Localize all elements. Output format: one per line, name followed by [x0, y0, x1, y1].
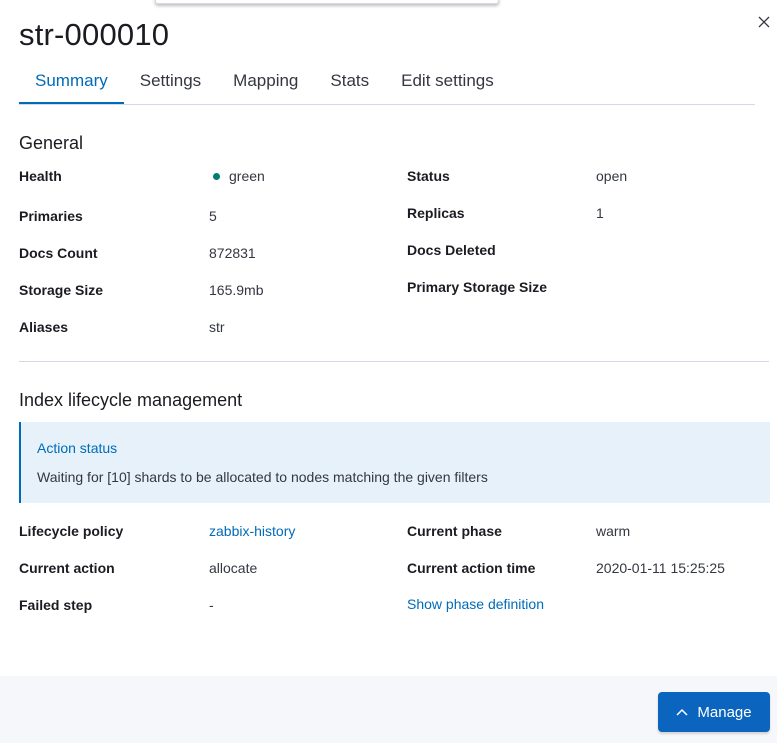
close-icon — [758, 16, 770, 28]
lifecycle-policy-label: Lifecycle policy — [19, 523, 124, 539]
popover-edge — [155, 0, 499, 4]
manage-button[interactable]: Manage — [658, 692, 770, 732]
general-section-title: General — [19, 133, 84, 153]
failed-step-label: Failed step — [19, 597, 93, 613]
manage-button-label: Manage — [697, 703, 752, 721]
current-phase-value: warm — [596, 523, 631, 539]
current-action-time-value: 2020-01-11 15:25:25 — [596, 560, 725, 576]
current-action-value: allocate — [209, 560, 258, 576]
docs-count-label: Docs Count — [19, 245, 98, 261]
tab-bar: Summary Settings Mapping Stats Edit sett… — [19, 62, 755, 105]
replicas-value: 1 — [596, 205, 604, 221]
storage-size-value: 165.9mb — [209, 282, 264, 298]
page-title: str-000010 — [19, 17, 170, 52]
docs-count-value: 872831 — [209, 245, 256, 261]
storage-size-label: Storage Size — [19, 282, 104, 298]
status-label: Status — [407, 168, 450, 184]
flyout-footer: Manage — [0, 676, 777, 743]
failed-step-value: - — [209, 597, 214, 613]
replicas-label: Replicas — [407, 205, 465, 221]
action-status-callout: Action status Waiting for [10] shards to… — [19, 422, 770, 503]
callout-title: Action status — [37, 440, 118, 456]
current-phase-label: Current phase — [407, 523, 502, 539]
lifecycle-policy-link[interactable]: zabbix-history — [209, 523, 295, 539]
primaries-label: Primaries — [19, 208, 83, 224]
health-status-dot-icon — [213, 173, 220, 180]
aliases-value: str — [209, 319, 225, 335]
aliases-label: Aliases — [19, 319, 69, 335]
primaries-value: 5 — [209, 208, 217, 224]
health-label: Health — [19, 168, 62, 184]
close-flyout-button[interactable] — [752, 10, 776, 34]
show-phase-definition-link[interactable]: Show phase definition — [407, 596, 544, 612]
current-action-label: Current action — [19, 560, 115, 576]
tab-stats[interactable]: Stats — [314, 62, 385, 104]
callout-message: Waiting for [10] shards to be allocated … — [37, 469, 488, 485]
tab-edit-settings[interactable]: Edit settings — [385, 62, 510, 104]
chevron-up-icon — [676, 708, 688, 716]
health-value: green — [213, 168, 265, 184]
health-value-text: green — [229, 168, 265, 184]
current-action-time-label: Current action time — [407, 560, 536, 576]
tab-mapping[interactable]: Mapping — [217, 62, 314, 104]
status-value: open — [596, 168, 628, 184]
tab-summary[interactable]: Summary — [19, 62, 124, 104]
tab-settings[interactable]: Settings — [124, 62, 217, 104]
primary-storage-size-label: Primary Storage Size — [407, 279, 548, 295]
ilm-section-title: Index lifecycle management — [19, 390, 243, 410]
section-divider — [19, 361, 769, 362]
docs-deleted-label: Docs Deleted — [407, 242, 496, 258]
